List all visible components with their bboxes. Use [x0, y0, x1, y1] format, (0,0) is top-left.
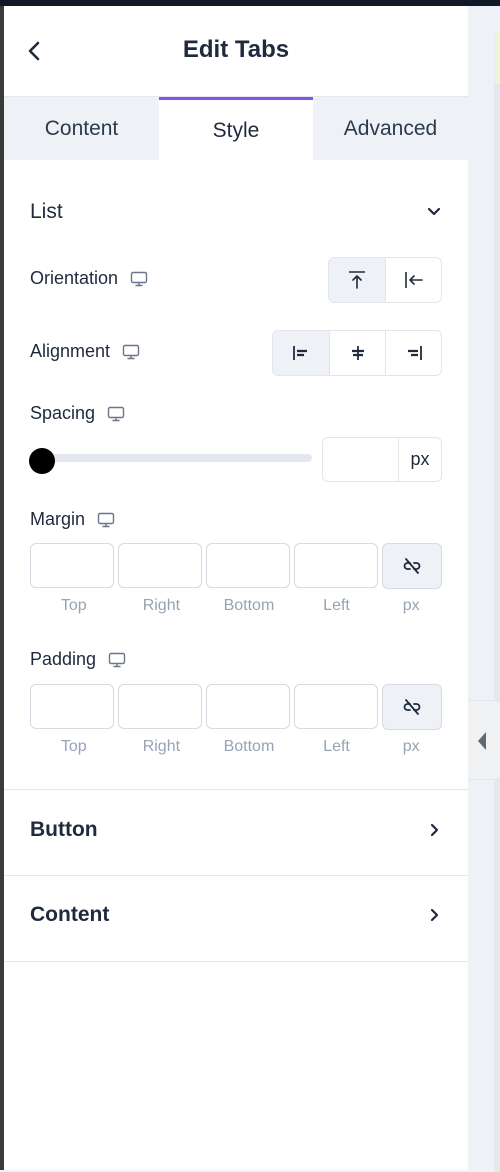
- margin-unit-label[interactable]: px: [380, 597, 442, 615]
- margin-link-button[interactable]: [382, 543, 442, 589]
- section-divider: [4, 789, 468, 790]
- desktop-icon[interactable]: [122, 344, 140, 360]
- align-center-icon: [351, 346, 364, 360]
- spacing-label: Spacing: [30, 403, 96, 423]
- margin-left-input[interactable]: [294, 543, 378, 588]
- collapse-panel-button[interactable]: [468, 700, 500, 780]
- orientation-toggle: [328, 257, 442, 303]
- margin-left-label: Left: [323, 597, 350, 614]
- desktop-icon[interactable]: [107, 406, 125, 422]
- alignment-label-row: Alignment: [30, 341, 140, 362]
- section-divider: [4, 961, 468, 962]
- tab-advanced[interactable]: Advanced: [313, 97, 468, 161]
- margin-label: Margin: [30, 509, 86, 529]
- desktop-icon[interactable]: [97, 512, 115, 528]
- orientation-label: Orientation: [30, 268, 119, 288]
- padding-top-input[interactable]: [30, 684, 114, 729]
- section-divider: [4, 875, 468, 876]
- padding-left-input[interactable]: [294, 684, 378, 729]
- margin-bottom-input[interactable]: [206, 543, 290, 588]
- spacing-slider-track[interactable]: [30, 454, 312, 462]
- padding-unit-label[interactable]: px: [380, 738, 442, 756]
- margin-right-input[interactable]: [118, 543, 202, 588]
- orientation-vertical-button[interactable]: [329, 258, 385, 302]
- padding-dimensions: Top Right Bottom Left px: [30, 684, 442, 756]
- padding-top-label: Top: [60, 738, 87, 755]
- margin-bottom-label: Bottom: [223, 597, 275, 614]
- margin-label-row: Margin: [30, 509, 115, 530]
- padding-label-row: Padding: [30, 649, 126, 670]
- section-list-header[interactable]: List: [30, 200, 442, 224]
- padding-bottom-label: Bottom: [223, 738, 275, 755]
- desktop-icon[interactable]: [108, 652, 126, 668]
- canvas-edge: [494, 32, 500, 1172]
- align-start-icon: [293, 346, 307, 360]
- unlink-icon: [403, 558, 421, 574]
- alignment-end-button[interactable]: [385, 331, 441, 375]
- tab-content[interactable]: Content: [4, 97, 159, 161]
- panel-title: Edit Tabs: [182, 36, 290, 63]
- alignment-center-button[interactable]: [329, 331, 385, 375]
- spacing-number-input: px: [322, 437, 442, 482]
- section-content-title: Content: [30, 903, 110, 926]
- chevron-right-icon: [430, 908, 439, 922]
- alignment-label: Alignment: [30, 341, 111, 361]
- unlink-icon: [403, 699, 421, 715]
- spacing-label-row: Spacing: [30, 403, 125, 424]
- caret-left-icon: [478, 732, 486, 750]
- chevron-down-icon: [427, 207, 441, 216]
- alignment-toggle: [272, 330, 442, 376]
- spacing-value-input[interactable]: [323, 438, 398, 481]
- tab-bar: Content Style Advanced: [4, 96, 468, 161]
- spacing-slider-thumb[interactable]: [29, 448, 55, 474]
- padding-right-label: Right: [142, 738, 181, 755]
- margin-top-input[interactable]: [30, 543, 114, 588]
- margin-right-label: Right: [142, 597, 181, 614]
- orientation-horizontal-button[interactable]: [385, 258, 441, 302]
- margin-dimensions: Top Right Bottom Left px: [30, 543, 442, 615]
- align-end-icon: [407, 346, 422, 360]
- padding-label: Padding: [30, 649, 97, 669]
- canvas-highlight: [495, 32, 500, 84]
- spacing-unit[interactable]: px: [398, 438, 441, 481]
- panel-header: Edit Tabs: [4, 6, 468, 96]
- padding-bottom-input[interactable]: [206, 684, 290, 729]
- tab-style[interactable]: Style: [159, 97, 313, 161]
- canvas-preview-area: [468, 6, 500, 1172]
- desktop-icon[interactable]: [130, 271, 148, 287]
- orientation-label-row: Orientation: [30, 268, 148, 289]
- align-left-arrow-icon: [404, 272, 423, 288]
- section-button-header[interactable]: Button: [30, 818, 442, 842]
- section-button-title: Button: [30, 818, 98, 841]
- align-top-arrow-icon: [349, 271, 365, 289]
- chevron-right-icon: [430, 823, 439, 837]
- margin-top-label: Top: [60, 597, 87, 614]
- padding-left-label: Left: [323, 738, 350, 755]
- section-list-title: List: [30, 200, 63, 223]
- padding-right-input[interactable]: [118, 684, 202, 729]
- padding-link-button[interactable]: [382, 684, 442, 730]
- alignment-start-button[interactable]: [273, 331, 329, 375]
- editor-panel: Edit Tabs Content Style Advanced List Or…: [4, 6, 468, 1170]
- section-content-header[interactable]: Content: [30, 903, 442, 927]
